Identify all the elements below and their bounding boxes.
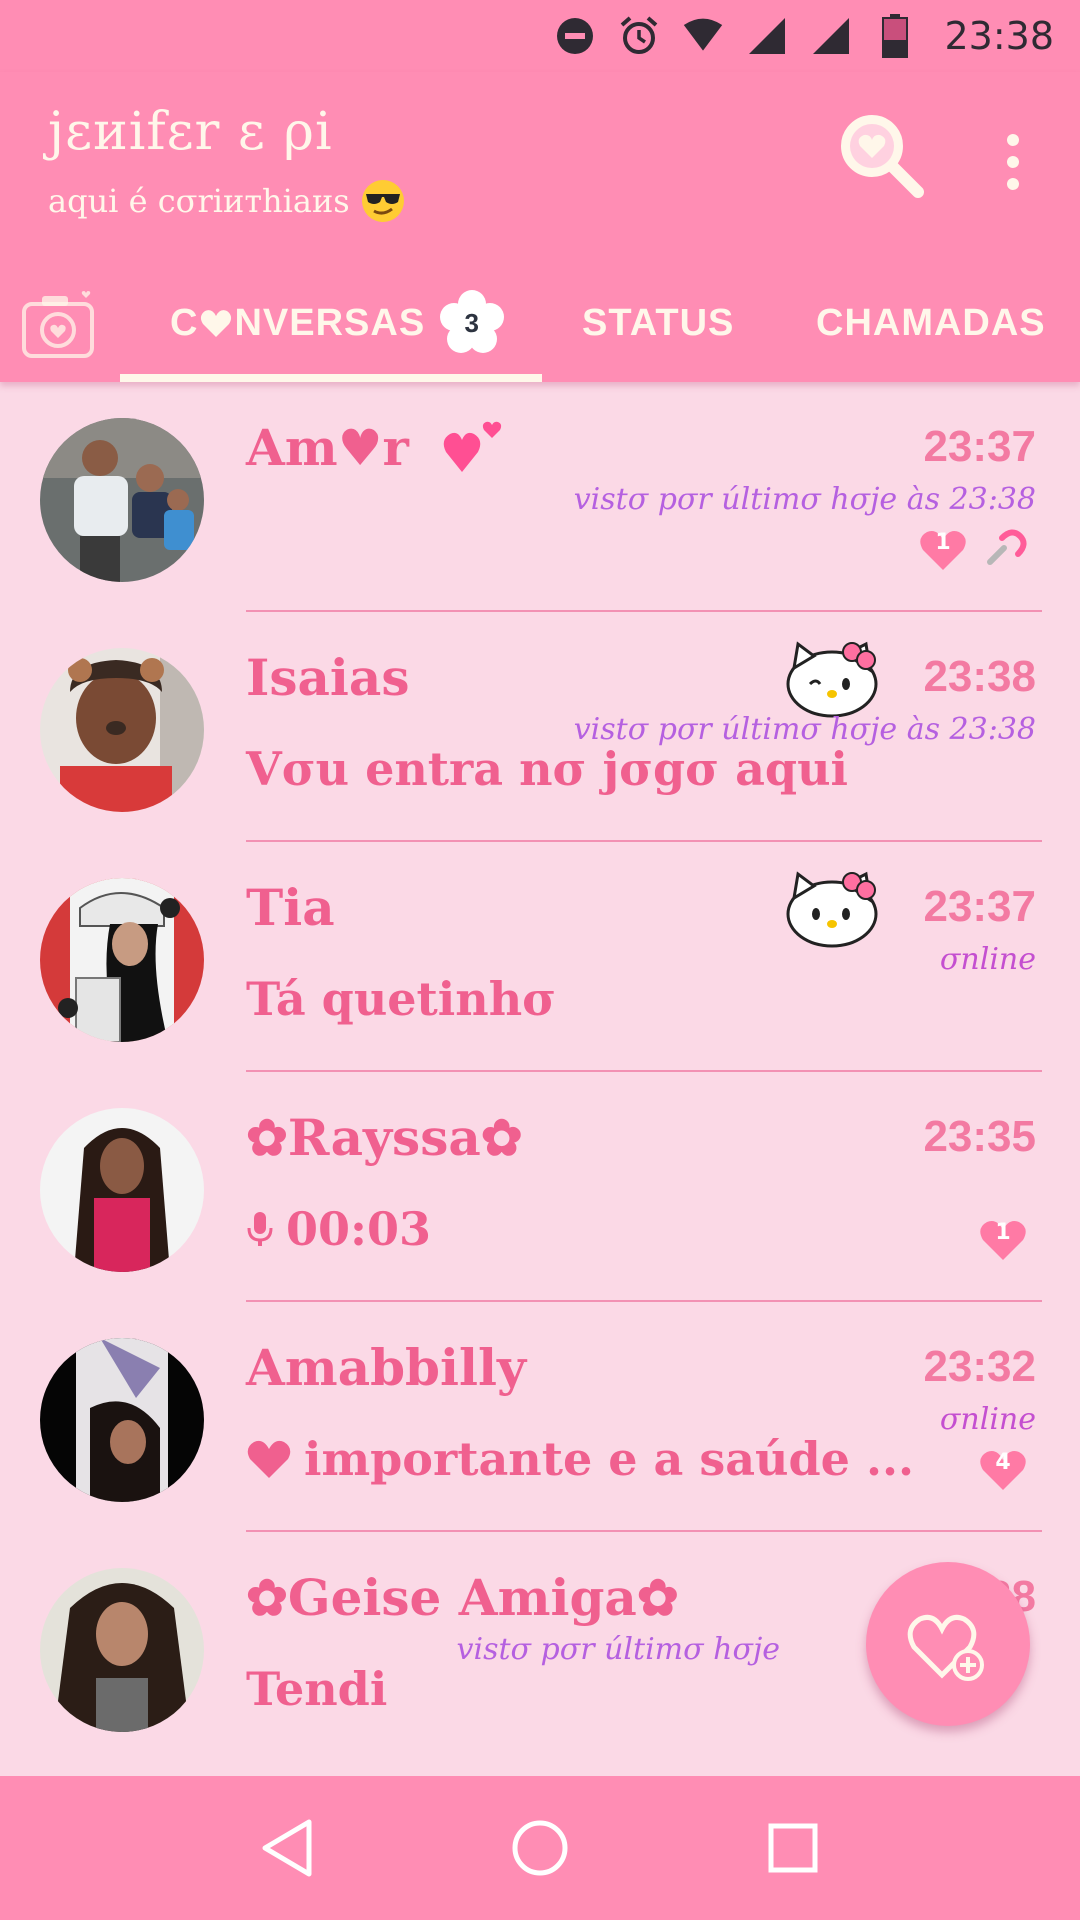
tab-chats-label: NVERSAS — [234, 301, 426, 344]
chat-row[interactable]: ✿Rayssa✿ 23:35 00:03 1 — [0, 1072, 1080, 1302]
app-header: jɛиifɛr ɛ ρi aqui é cσriитhiaиs C NVERSA… — [0, 72, 1080, 382]
chat-row[interactable]: Isaias 23:38 vistσ pσr últimσ hσje às 23… — [0, 612, 1080, 842]
signal-icon-2 — [810, 15, 852, 57]
chat-last-message: Tá quetinhσ — [246, 972, 556, 1026]
avatar[interactable] — [40, 648, 204, 812]
message-text: Vσu entra nσ jσgσ aqui — [246, 742, 848, 796]
chat-last-message: 00:03 — [246, 1202, 431, 1256]
header-subtitle: aqui é cσriитhiaиs — [48, 178, 406, 224]
chat-time: 23:32 — [923, 1342, 1036, 1391]
recents-icon — [768, 1823, 818, 1873]
tab-camera[interactable] — [20, 290, 98, 360]
tab-chats[interactable]: C NVERSAS 3 — [170, 288, 505, 358]
battery-icon — [874, 14, 916, 58]
menu-dot — [1007, 178, 1019, 190]
avatar[interactable] — [40, 1568, 204, 1732]
recents-button[interactable] — [758, 1813, 828, 1883]
tab-bar: C NVERSAS 3 STATUS CHAMADAS — [0, 262, 1080, 382]
unread-count: 4 — [995, 1450, 1011, 1475]
back-icon — [262, 1819, 312, 1877]
heart-letter-icon — [201, 310, 232, 337]
new-chat-heart-icon — [907, 1614, 984, 1681]
search-heart-icon — [841, 115, 924, 198]
avatar[interactable] — [40, 878, 204, 1042]
message-text: Tendi — [246, 1662, 388, 1716]
chat-name: ✿Rayssa✿ — [246, 1108, 523, 1167]
overflow-menu-button[interactable] — [990, 122, 1036, 202]
online-status: σnline — [939, 1402, 1036, 1437]
unread-badge: 1 — [978, 1218, 1028, 1262]
camera-heart-icon — [22, 291, 94, 358]
message-text: importante e a saúde ... — [304, 1432, 914, 1486]
unread-badge: 4 — [978, 1448, 1028, 1492]
chat-name: Isaias — [246, 648, 410, 707]
chat-row[interactable]: Tia 23:37 σnline Tá quetinhσ — [0, 842, 1080, 1072]
unread-count: 1 — [935, 530, 951, 555]
last-seen: vistσ pσr últimσ hσje — [456, 1632, 780, 1667]
system-nav-bar — [0, 1776, 1080, 1920]
avatar[interactable] — [40, 1108, 204, 1272]
heart-icon — [247, 1440, 291, 1478]
status-bar: 23:38 — [0, 0, 1080, 72]
do-not-disturb-icon — [554, 15, 596, 57]
active-tab-indicator — [120, 374, 542, 382]
tab-status[interactable]: STATUS — [582, 288, 734, 358]
badge-count: 3 — [464, 307, 480, 338]
home-button[interactable] — [505, 1813, 575, 1883]
chat-name: ✿Geise Amiga✿ — [246, 1568, 679, 1627]
wifi-icon — [682, 15, 724, 57]
microphone-icon — [247, 1212, 273, 1246]
tab-chats-prefix: C — [170, 301, 199, 344]
back-button[interactable] — [252, 1813, 322, 1883]
online-status: σnline — [939, 942, 1036, 977]
tab-calls[interactable]: CHAMADAS — [816, 288, 1046, 358]
sunglasses-emoji-icon — [361, 180, 404, 222]
search-button[interactable] — [834, 108, 930, 204]
home-icon — [512, 1820, 568, 1876]
chat-name: Am♥r — [246, 418, 409, 477]
chat-time: 23:37 — [923, 422, 1036, 471]
chat-time: 23:37 — [923, 882, 1036, 931]
menu-dot — [1007, 134, 1019, 146]
pin-icon — [982, 528, 1028, 570]
chat-last-message: importante e a saúde ... — [246, 1432, 914, 1486]
chat-row[interactable]: Amabbilly 23:32 σnline importante e a sa… — [0, 1302, 1080, 1532]
avatar[interactable] — [40, 418, 204, 582]
hello-kitty-sticker-icon — [786, 871, 878, 948]
new-chat-button[interactable] — [866, 1562, 1030, 1726]
unread-badge: 1 — [918, 528, 968, 572]
avatar[interactable] — [40, 1338, 204, 1502]
hello-kitty-sticker-icon — [786, 641, 878, 718]
chat-name: Amabbilly — [246, 1338, 527, 1397]
heart-icon — [443, 421, 502, 472]
chat-row[interactable]: Am♥r 23:37 vistσ pσr últimσ hσje às 23:3… — [0, 382, 1080, 612]
subtitle-text: aqui é cσriитhiaиs — [48, 182, 350, 220]
alarm-icon — [618, 15, 660, 57]
message-text: 00:03 — [286, 1202, 432, 1256]
chat-time: 23:38 — [923, 652, 1036, 701]
message-text: Tá quetinhσ — [246, 972, 557, 1026]
unread-count: 1 — [995, 1220, 1011, 1245]
chat-name: Tia — [246, 878, 335, 937]
menu-dot — [1007, 156, 1019, 168]
chat-last-message: Vσu entra nσ jσgσ aqui — [246, 742, 848, 796]
chat-last-message: Tendi — [246, 1662, 387, 1716]
last-seen: vistσ pσr últimσ hσje às 23:38 — [573, 482, 1036, 517]
unread-chats-badge: 3 — [439, 290, 505, 356]
chat-time: 23:35 — [923, 1112, 1036, 1161]
signal-icon — [746, 15, 788, 57]
page-title: jɛиifɛr ɛ ρi — [48, 102, 333, 162]
status-time: 23:38 — [944, 14, 1054, 58]
